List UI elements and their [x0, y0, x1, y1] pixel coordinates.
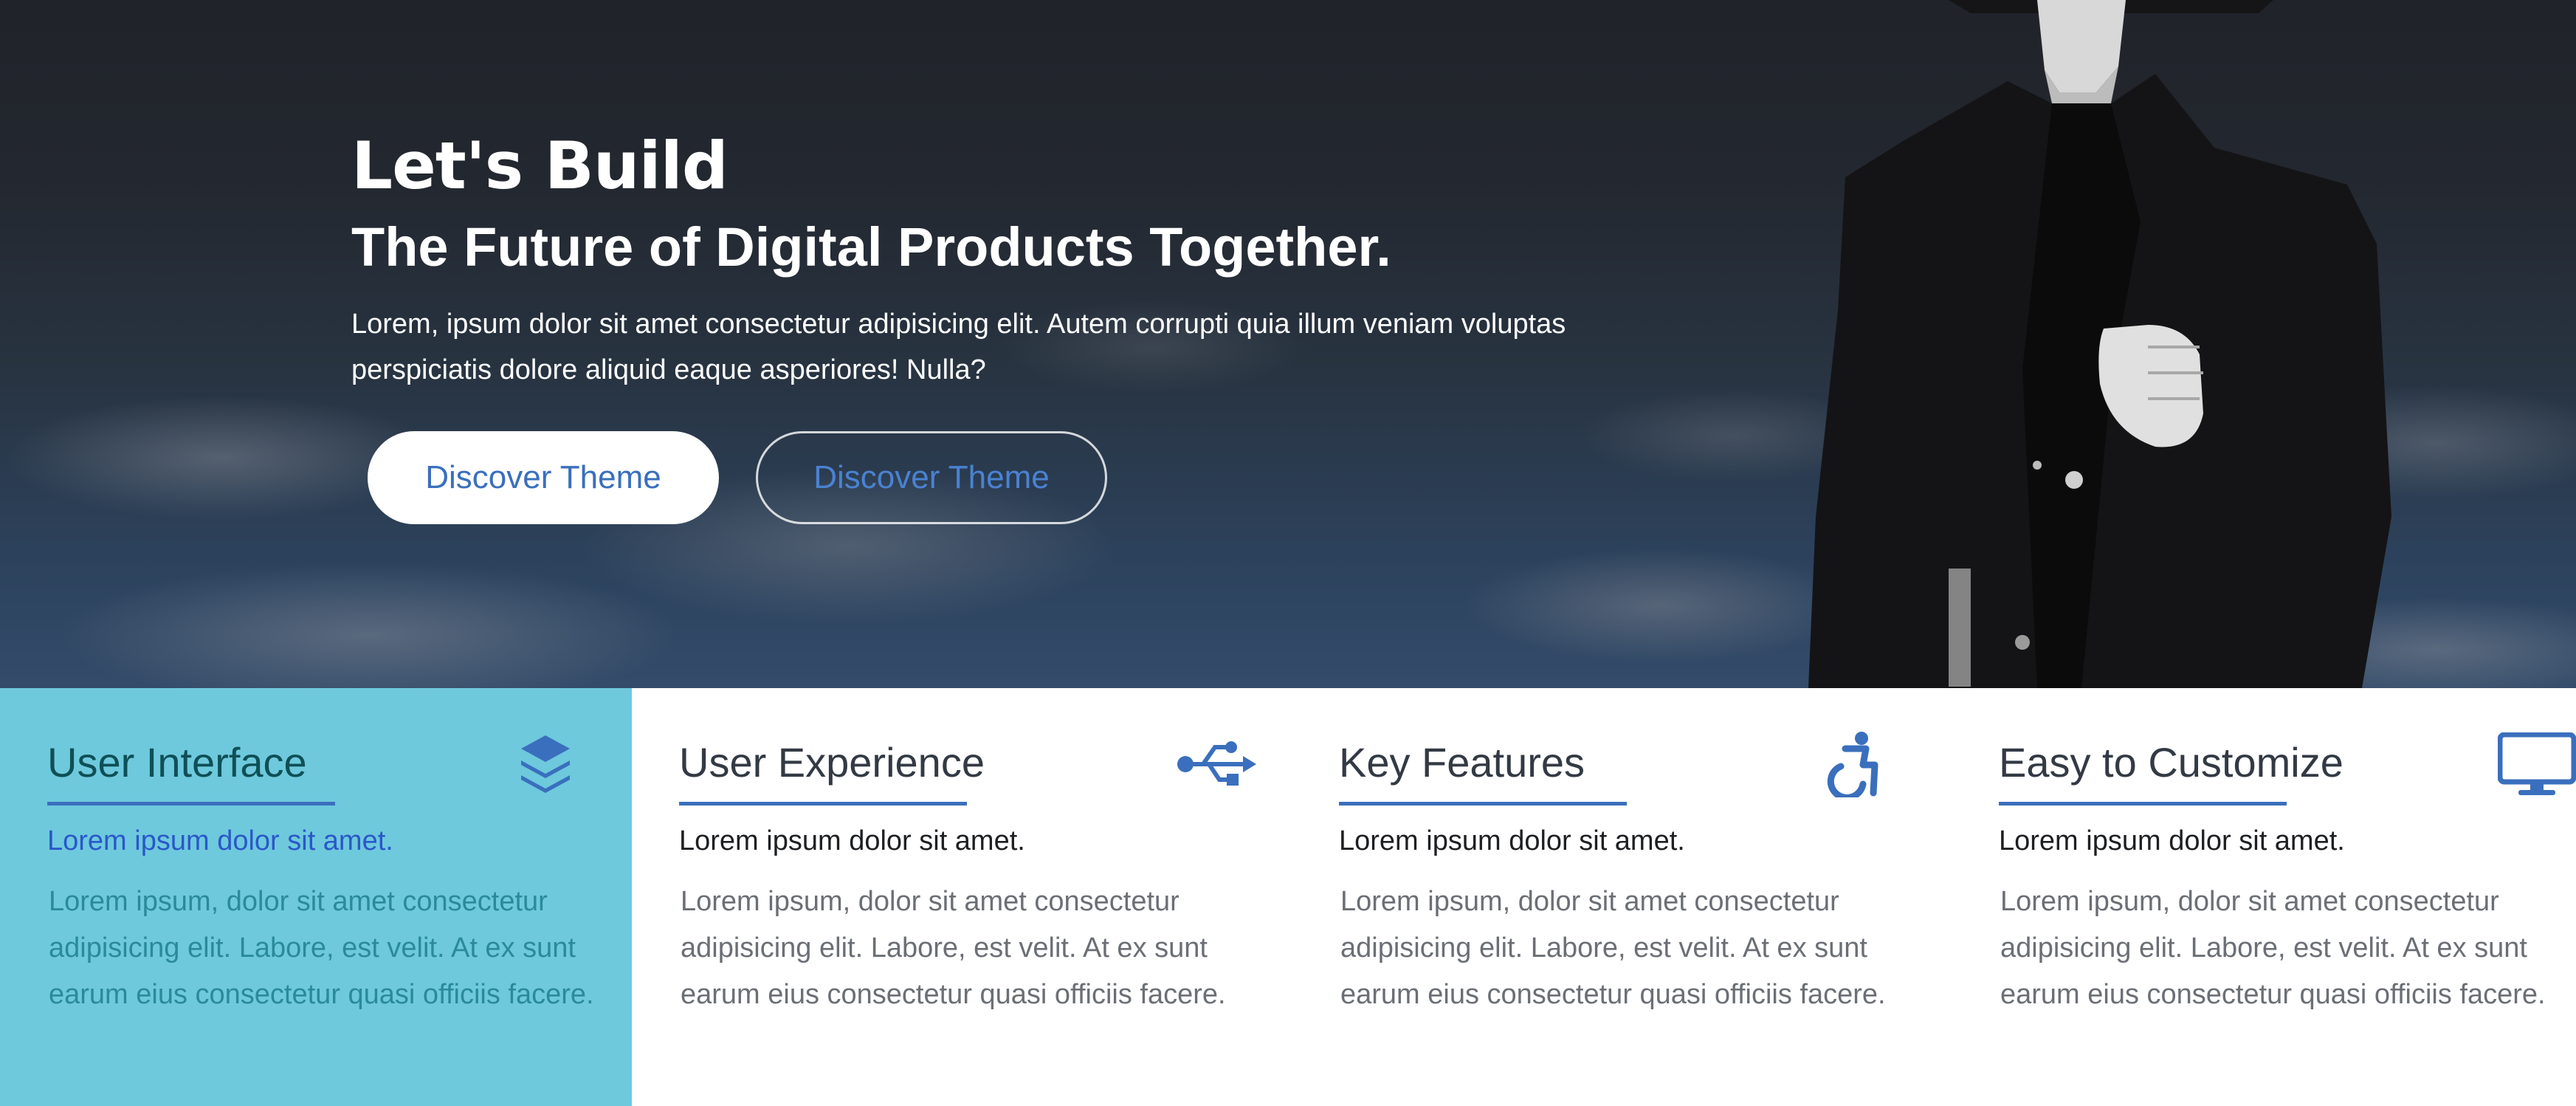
usb-icon [1177, 741, 1256, 786]
hero-section: Let's Build The Future of Digital Produc… [0, 0, 2576, 688]
feature-subtitle: Lorem ipsum dolor sit amet. [679, 825, 1025, 856]
discover-theme-outline-button[interactable]: Discover Theme [756, 431, 1107, 524]
feature-body: Lorem ipsum, dolor sit amet consectetur … [1340, 886, 1886, 1010]
feature-subtitle: Lorem ipsum dolor sit amet. [1339, 825, 1685, 856]
feature-card-user-experience[interactable]: User Experience Lorem ipsum dolor sit am… [632, 688, 1292, 1106]
feature-subtitle: Lorem ipsum dolor sit amet. [1999, 825, 2345, 856]
feature-underline [1339, 802, 1627, 806]
feature-underline [47, 802, 335, 806]
layers-icon [521, 735, 570, 793]
feature-body: Lorem ipsum, dolor sit amet consectetur … [681, 886, 1226, 1010]
hero-content: Let's Build The Future of Digital Produc… [351, 126, 1606, 524]
feature-card-user-interface[interactable]: User Interface Lorem ipsum dolor sit ame… [0, 688, 632, 1106]
discover-theme-button[interactable]: Discover Theme [368, 431, 719, 524]
features-section: User Interface Lorem ipsum dolor sit ame… [0, 688, 2576, 1106]
feature-head: Easy to Customize [1999, 737, 2576, 803]
feature-subtitle: Lorem ipsum dolor sit amet. [47, 825, 393, 856]
feature-card-key-features[interactable]: Key Features Lorem ipsum dolor sit amet.… [1292, 688, 1952, 1106]
hero-title: Let's Build [351, 128, 729, 204]
hero-description: Lorem, ipsum dolor sit amet consectetur … [351, 309, 1566, 385]
hero-person-image [1808, 0, 2391, 688]
feature-card-easy-to-customize[interactable]: Easy to Customize Lorem ipsum dolor sit … [1952, 688, 2576, 1106]
accessibility-icon [1827, 732, 1878, 797]
desktop-icon [2498, 732, 2576, 795]
feature-title: Easy to Customize [1999, 739, 2343, 786]
feature-underline [679, 802, 967, 806]
feature-underline [1999, 802, 2287, 806]
hero-subtitle: The Future of Digital Products Together. [351, 216, 1391, 278]
feature-body: Lorem ipsum, dolor sit amet consectetur … [49, 886, 594, 1010]
feature-body: Lorem ipsum, dolor sit amet consectetur … [2000, 886, 2546, 1010]
hero-buttons: Discover Theme Discover Theme [368, 431, 1606, 524]
